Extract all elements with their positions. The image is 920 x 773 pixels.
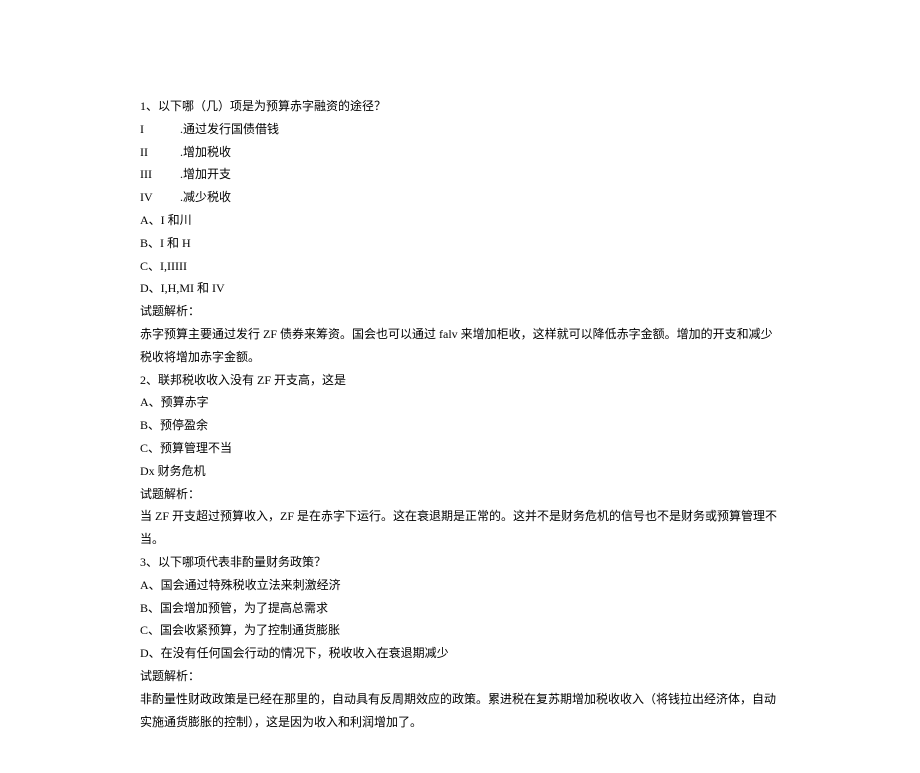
q1-choice-A: A、I 和川 bbox=[140, 209, 780, 232]
q2-analysis-label: 试题解析： bbox=[140, 483, 780, 506]
q1-option-I: I .通过发行国债借钱 bbox=[140, 118, 780, 141]
q1-choice-B: B、I 和 H bbox=[140, 232, 780, 255]
q1-choice-D: D、I,H,MI 和 IV bbox=[140, 277, 780, 300]
q2-choice-A: A、预算赤字 bbox=[140, 391, 780, 414]
option-label: II bbox=[140, 141, 180, 164]
q1-option-IV: IV .减少税收 bbox=[140, 186, 780, 209]
option-label: I bbox=[140, 118, 180, 141]
option-text: .增加税收 bbox=[180, 141, 231, 164]
option-text: .通过发行国债借钱 bbox=[180, 118, 279, 141]
option-label: III bbox=[140, 163, 180, 186]
q2-choice-B: B、预停盈余 bbox=[140, 414, 780, 437]
q2-stem: 2、联邦税收收入没有 ZF 开支高，这是 bbox=[140, 369, 780, 392]
q3-stem: 3、以下哪项代表非酌量财务政策？ bbox=[140, 551, 780, 574]
q1-choice-C: C、I,IIIII bbox=[140, 255, 780, 278]
q3-analysis-text: 非酌量性财政政策是已经在那里的，自动具有反周期效应的政策。累进税在复苏期增加税收… bbox=[140, 688, 780, 734]
q1-analysis-label: 试题解析： bbox=[140, 300, 780, 323]
q2-analysis-text: 当 ZF 开支超过预算收入，ZF 是在赤字下运行。这在衰退期是正常的。这并不是财… bbox=[140, 505, 780, 551]
option-label: IV bbox=[140, 186, 180, 209]
q1-analysis-text: 赤字预算主要通过发行 ZF 债券来筹资。国会也可以通过 falv 来增加柜收，这… bbox=[140, 323, 780, 369]
q3-analysis-label: 试题解析： bbox=[140, 665, 780, 688]
q3-choice-D: D、在没有任何国会行动的情况下，税收收入在衰退期减少 bbox=[140, 642, 780, 665]
q2-choice-D: Dx 财务危机 bbox=[140, 460, 780, 483]
option-text: .增加开支 bbox=[180, 163, 231, 186]
q1-stem: 1、以下哪（几）项是为预算赤字融资的途径？ bbox=[140, 95, 780, 118]
option-text: .减少税收 bbox=[180, 186, 231, 209]
q1-option-III: III .增加开支 bbox=[140, 163, 780, 186]
q3-choice-B: B、国会增加预管，为了提高总需求 bbox=[140, 597, 780, 620]
q1-option-II: II .增加税收 bbox=[140, 141, 780, 164]
q3-choice-C: C、国会收紧预算，为了控制通货膨胀 bbox=[140, 619, 780, 642]
q3-choice-A: A、国会通过特殊税收立法来刺激经济 bbox=[140, 574, 780, 597]
q2-choice-C: C、预算管理不当 bbox=[140, 437, 780, 460]
